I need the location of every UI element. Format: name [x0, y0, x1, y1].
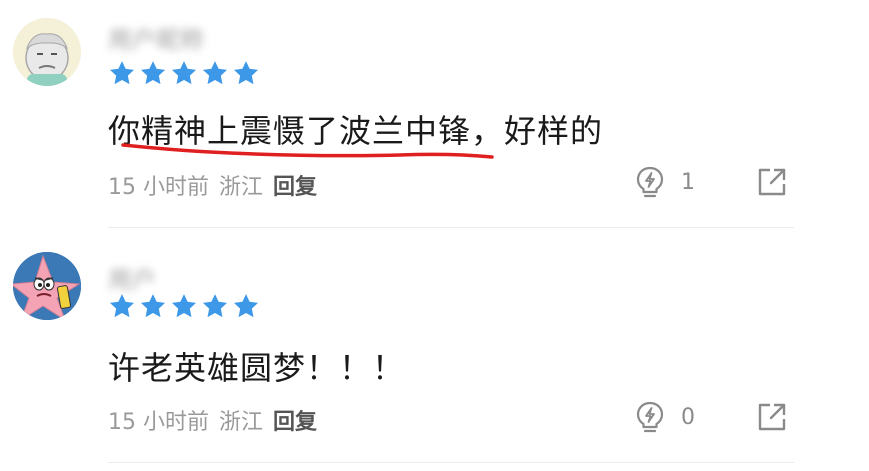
star-icon	[140, 294, 166, 318]
comment-location: 浙江	[219, 410, 264, 435]
star-icon	[202, 294, 228, 318]
share-icon[interactable]	[756, 401, 788, 433]
star-rating	[108, 59, 260, 87]
avatar[interactable]	[13, 252, 81, 320]
lightbulb-icon	[636, 401, 664, 433]
username[interactable]: 用户昵称	[108, 20, 204, 55]
like-count: 1	[681, 169, 695, 195]
comment-location: 浙江	[219, 175, 264, 200]
star-icon	[233, 61, 259, 85]
comment-time: 15 小时前	[108, 175, 209, 200]
reply-button[interactable]: 回复	[273, 404, 317, 436]
star-icon	[233, 294, 259, 318]
share-icon[interactable]	[756, 166, 788, 198]
reply-button[interactable]: 回复	[273, 169, 317, 201]
comment-meta: 15 小时前 浙江 回复	[108, 404, 317, 436]
patrick-star-avatar-icon	[13, 252, 81, 320]
like-button[interactable]: 0	[633, 400, 695, 434]
divider	[108, 462, 794, 463]
comment-time: 15 小时前	[108, 410, 209, 435]
star-icon	[140, 61, 166, 85]
comment-item: 用户昵称 你精神上震慑了波兰中锋，好样的 15 小时前 浙江 回复 1	[0, 0, 869, 228]
lightbulb-icon	[636, 166, 664, 198]
star-icon	[109, 61, 135, 85]
comment-meta: 15 小时前 浙江 回复	[108, 169, 317, 201]
star-icon	[109, 294, 135, 318]
like-count: 0	[681, 404, 695, 430]
star-icon	[171, 294, 197, 318]
star-icon	[202, 61, 228, 85]
comment-item: 用户 许老英雄圆梦！！！ 15 小时前 浙江 回复 0	[0, 228, 869, 471]
comment-text: 许老英雄圆梦！！！	[108, 349, 406, 387]
username[interactable]: 用户	[108, 260, 156, 295]
star-icon	[171, 61, 197, 85]
like-button[interactable]: 1	[633, 165, 695, 199]
star-rating	[108, 292, 260, 320]
grandpa-avatar-icon	[13, 18, 81, 86]
avatar[interactable]	[13, 18, 81, 86]
red-underline-annotation	[121, 143, 494, 159]
